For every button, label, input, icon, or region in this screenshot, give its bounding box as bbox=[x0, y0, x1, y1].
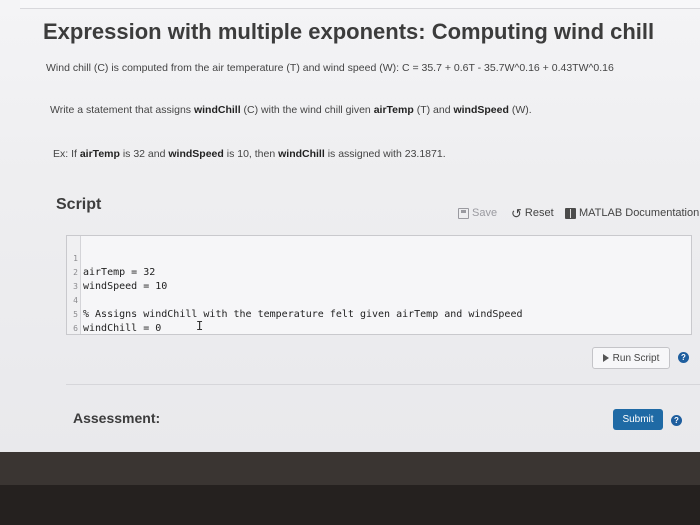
line-number: 6 bbox=[73, 324, 78, 333]
floppy-disk-icon bbox=[458, 207, 469, 219]
instruction-windchill-var: windChill bbox=[193, 104, 241, 116]
text-cursor-icon: I bbox=[196, 319, 204, 333]
page-title: Expression with multiple exponents: Comp… bbox=[43, 19, 655, 44]
submit-help-icon[interactable]: ? bbox=[671, 415, 682, 426]
page-top-border bbox=[20, 0, 700, 9]
run-script-button[interactable]: Run Script bbox=[592, 347, 670, 369]
instruction-prefix: Write a statement that assigns bbox=[50, 104, 194, 116]
code-comment: % Assigns windChill with the temperature… bbox=[83, 309, 523, 320]
instruction-mid2: (T) and bbox=[413, 104, 454, 116]
book-icon bbox=[565, 207, 576, 219]
reset-arrow-icon: ↺ bbox=[511, 205, 522, 221]
monitor-bezel-edge bbox=[0, 485, 700, 525]
instruction-text: Write a statement that assigns windChill… bbox=[50, 104, 532, 116]
docs-label: MATLAB Documentation bbox=[579, 207, 700, 219]
example-windspeed-var: windSpeed bbox=[168, 148, 224, 160]
code-line[interactable]: 1 airTemp = 32 bbox=[67, 238, 155, 278]
example-prefix: Ex: If bbox=[53, 148, 80, 160]
code-editor[interactable]: 1 airTemp = 32 2 windSpeed = 10 3 4 % As… bbox=[66, 235, 692, 335]
example-windchill-var: windChill bbox=[278, 148, 325, 160]
save-button[interactable]: Save bbox=[458, 206, 497, 220]
code-line[interactable]: 6 bbox=[67, 308, 103, 333]
reset-label: Reset bbox=[524, 207, 554, 219]
code-line[interactable]: 3 bbox=[67, 266, 103, 291]
example-text: Ex: If airTemp is 32 and windSpeed is 10… bbox=[53, 148, 446, 160]
script-heading: Script bbox=[56, 196, 102, 213]
run-help-icon[interactable]: ? bbox=[678, 352, 689, 363]
play-icon bbox=[602, 354, 609, 362]
instruction-suffix: (W). bbox=[508, 104, 532, 116]
example-mid2: is 10, then bbox=[223, 148, 279, 160]
reset-button[interactable]: ↺ Reset bbox=[511, 206, 554, 220]
run-label: Run Script bbox=[612, 352, 660, 364]
assessment-label: Assessment: bbox=[73, 410, 161, 426]
example-airtemp-var: airTemp bbox=[79, 148, 120, 160]
code-line[interactable]: 5 windChill = 0 bbox=[67, 294, 161, 334]
example-suffix: is assigned with 23.1871. bbox=[324, 148, 446, 160]
section-divider bbox=[66, 384, 700, 385]
monitor-bezel bbox=[0, 452, 700, 486]
code-line[interactable]: 2 windSpeed = 10 bbox=[67, 252, 167, 292]
formula-description: Wind chill (C) is computed from the air … bbox=[46, 62, 614, 74]
code-line[interactable]: 4 % Assigns windChill with the temperatu… bbox=[67, 280, 522, 320]
instruction-airtemp-var: airTemp bbox=[373, 104, 414, 116]
example-mid1: is 32 and bbox=[119, 148, 169, 160]
matlab-documentation-link[interactable]: MATLAB Documentation bbox=[565, 206, 699, 220]
submit-button[interactable]: Submit bbox=[613, 409, 663, 430]
save-label: Save bbox=[472, 207, 498, 219]
browser-page: Expression with multiple exponents: Comp… bbox=[0, 0, 700, 452]
instruction-windspeed-var: windSpeed bbox=[453, 104, 509, 116]
instruction-mid1: (C) with the wind chill given bbox=[240, 104, 374, 116]
